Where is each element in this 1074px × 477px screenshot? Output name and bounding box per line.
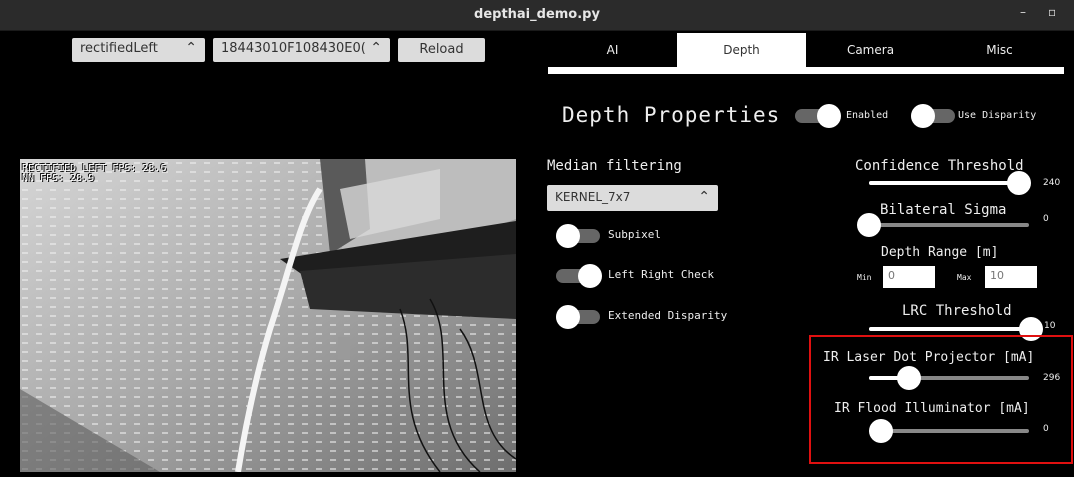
confidence-threshold-value: 240 xyxy=(1043,178,1061,188)
ir-laser-value: 296 xyxy=(1043,373,1061,383)
tab-camera[interactable]: Camera xyxy=(806,33,935,67)
enabled-label: Enabled xyxy=(846,110,889,121)
range-max-label: Max xyxy=(957,273,972,282)
left-right-check-toggle[interactable] xyxy=(556,264,602,288)
ir-flood-slider[interactable] xyxy=(869,419,1029,443)
rectified-left-image xyxy=(20,159,516,472)
tab-depth[interactable]: Depth xyxy=(677,33,806,67)
range-min-label: Min xyxy=(857,273,872,282)
bilateral-sigma-value: 0 xyxy=(1043,214,1049,224)
bilateral-sigma-slider[interactable] xyxy=(857,213,1029,237)
range-min-input[interactable]: 0 xyxy=(883,266,935,288)
tab-ai[interactable]: AI xyxy=(548,33,677,67)
use-disparity-toggle[interactable] xyxy=(911,104,955,128)
slider-thumb[interactable] xyxy=(869,419,893,443)
median-filtering-label: Median filtering xyxy=(547,158,682,174)
slider-thumb[interactable] xyxy=(897,366,921,390)
lrc-threshold-value: 10 xyxy=(1044,321,1056,331)
toggle-knob xyxy=(556,224,580,248)
depth-range-label: Depth Range [m] xyxy=(881,245,999,260)
median-filter-select[interactable]: KERNEL_7x7 ⌃ xyxy=(547,185,718,211)
use-disparity-label: Use Disparity xyxy=(958,110,1037,121)
depth-properties-heading: Depth Properties xyxy=(562,103,781,127)
toggle-knob xyxy=(556,305,580,329)
updown-chevron-icon: ⌃ xyxy=(185,40,197,56)
title-bar: depthai_demo.py – ▫ xyxy=(0,0,1074,31)
tab-underline xyxy=(548,67,1064,74)
ir-laser-label: IR Laser Dot Projector [mA] xyxy=(823,350,1035,365)
median-filter-value: KERNEL_7x7 xyxy=(555,190,631,204)
lrc-threshold-slider[interactable] xyxy=(869,317,1043,341)
nn-fps-overlay: NN FPS: 28.9 xyxy=(22,173,95,184)
device-select[interactable]: 18443010F108430E0( ⌃ xyxy=(213,38,390,62)
toggle-knob xyxy=(911,104,935,128)
camera-source-value: rectifiedLeft xyxy=(80,41,158,56)
ir-laser-slider[interactable] xyxy=(869,366,1029,390)
app-content: rectifiedLeft ⌃ 18443010F108430E0( ⌃ Rel… xyxy=(0,31,1074,477)
camera-preview: RECTIFIED LEFT FPS: 28.6 NN FPS: 28.9 xyxy=(20,159,516,472)
lrc-threshold-label: LRC Threshold xyxy=(902,303,1012,319)
left-right-check-label: Left Right Check xyxy=(608,268,714,281)
slider-thumb[interactable] xyxy=(857,213,881,237)
enabled-toggle[interactable] xyxy=(795,104,841,128)
toggle-knob xyxy=(817,104,841,128)
bilateral-sigma-label: Bilateral Sigma xyxy=(880,202,1007,218)
extended-disparity-label: Extended Disparity xyxy=(608,309,728,322)
updown-chevron-icon: ⌃ xyxy=(370,40,382,56)
minimize-button[interactable]: – xyxy=(1020,5,1026,19)
window-title: depthai_demo.py xyxy=(474,7,600,22)
slider-fill xyxy=(869,327,1029,331)
range-max-input[interactable]: 10 xyxy=(985,266,1037,288)
ir-flood-value: 0 xyxy=(1043,424,1049,434)
extended-disparity-toggle[interactable] xyxy=(556,305,600,329)
ir-flood-label: IR Flood Illuminator [mA] xyxy=(834,401,1030,416)
subpixel-label: Subpixel xyxy=(608,228,661,241)
tab-misc[interactable]: Misc xyxy=(935,33,1064,67)
camera-source-select[interactable]: rectifiedLeft ⌃ xyxy=(72,38,205,62)
subpixel-toggle[interactable] xyxy=(556,224,600,248)
toggle-knob xyxy=(578,264,602,288)
maximize-button[interactable]: ▫ xyxy=(1048,5,1056,19)
confidence-threshold-slider[interactable] xyxy=(869,171,1032,195)
slider-thumb[interactable] xyxy=(1007,171,1032,195)
reload-button[interactable]: Reload xyxy=(398,38,485,62)
settings-tabs: AI Depth Camera Misc xyxy=(548,33,1064,74)
device-value: 18443010F108430E0( xyxy=(221,41,366,56)
confidence-threshold-label: Confidence Threshold xyxy=(855,158,1024,174)
slider-fill xyxy=(869,181,1020,185)
updown-chevron-icon: ⌃ xyxy=(698,189,710,205)
